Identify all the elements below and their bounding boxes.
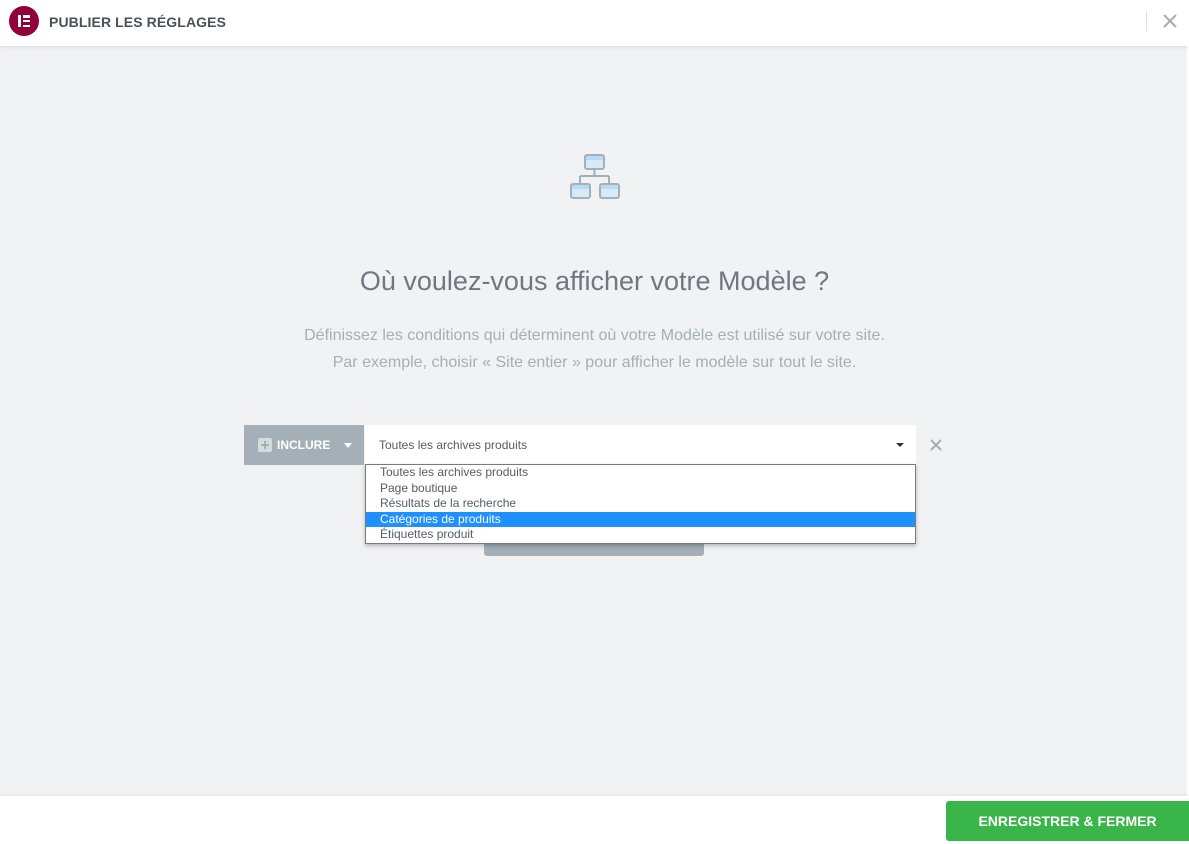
header-divider [1146, 11, 1147, 31]
remove-condition-icon[interactable] [928, 437, 944, 453]
description-line-1: Définissez les conditions qui déterminen… [304, 327, 885, 344]
page-heading: Où voulez-vous afficher votre Modèle ? [359, 266, 830, 296]
condition-type-select[interactable]: INCLURE [244, 425, 364, 465]
chevron-down-icon [344, 443, 352, 448]
dropdown-option-highlighted[interactable]: Catégories de produits [366, 511, 915, 527]
elementor-logo-icon [9, 6, 39, 36]
dropdown-option[interactable]: Page boutique [366, 481, 915, 497]
condition-sub-select[interactable]: Toutes les archives produits [365, 425, 916, 465]
sitemap-icon [568, 152, 622, 202]
condition-type-label: INCLURE [277, 438, 331, 452]
dropdown-option[interactable]: Étiquettes produit [366, 527, 915, 543]
selected-value: Toutes les archives produits [379, 438, 528, 452]
save-and-close-button[interactable]: ENREGISTRER & FERMER [946, 801, 1189, 841]
modal-header: PUBLIER LES RÉGLAGES [0, 0, 1189, 46]
dropdown-option[interactable]: Résultats de la recherche [366, 496, 915, 512]
dropdown-option[interactable]: Toutes les archives produits [366, 465, 915, 481]
description-line-2: Par exemple, choisir « Site entier » pou… [332, 354, 857, 371]
chevron-down-icon [896, 443, 904, 447]
modal-footer: ENREGISTRER & FERMER [0, 796, 1189, 844]
plus-icon [258, 438, 272, 452]
modal-title: PUBLIER LES RÉGLAGES [49, 14, 227, 30]
dropdown-list: Toutes les archives produits Page boutiq… [365, 464, 916, 544]
description: Définissez les conditions qui déterminen… [0, 322, 1189, 376]
close-icon[interactable] [1160, 11, 1180, 31]
